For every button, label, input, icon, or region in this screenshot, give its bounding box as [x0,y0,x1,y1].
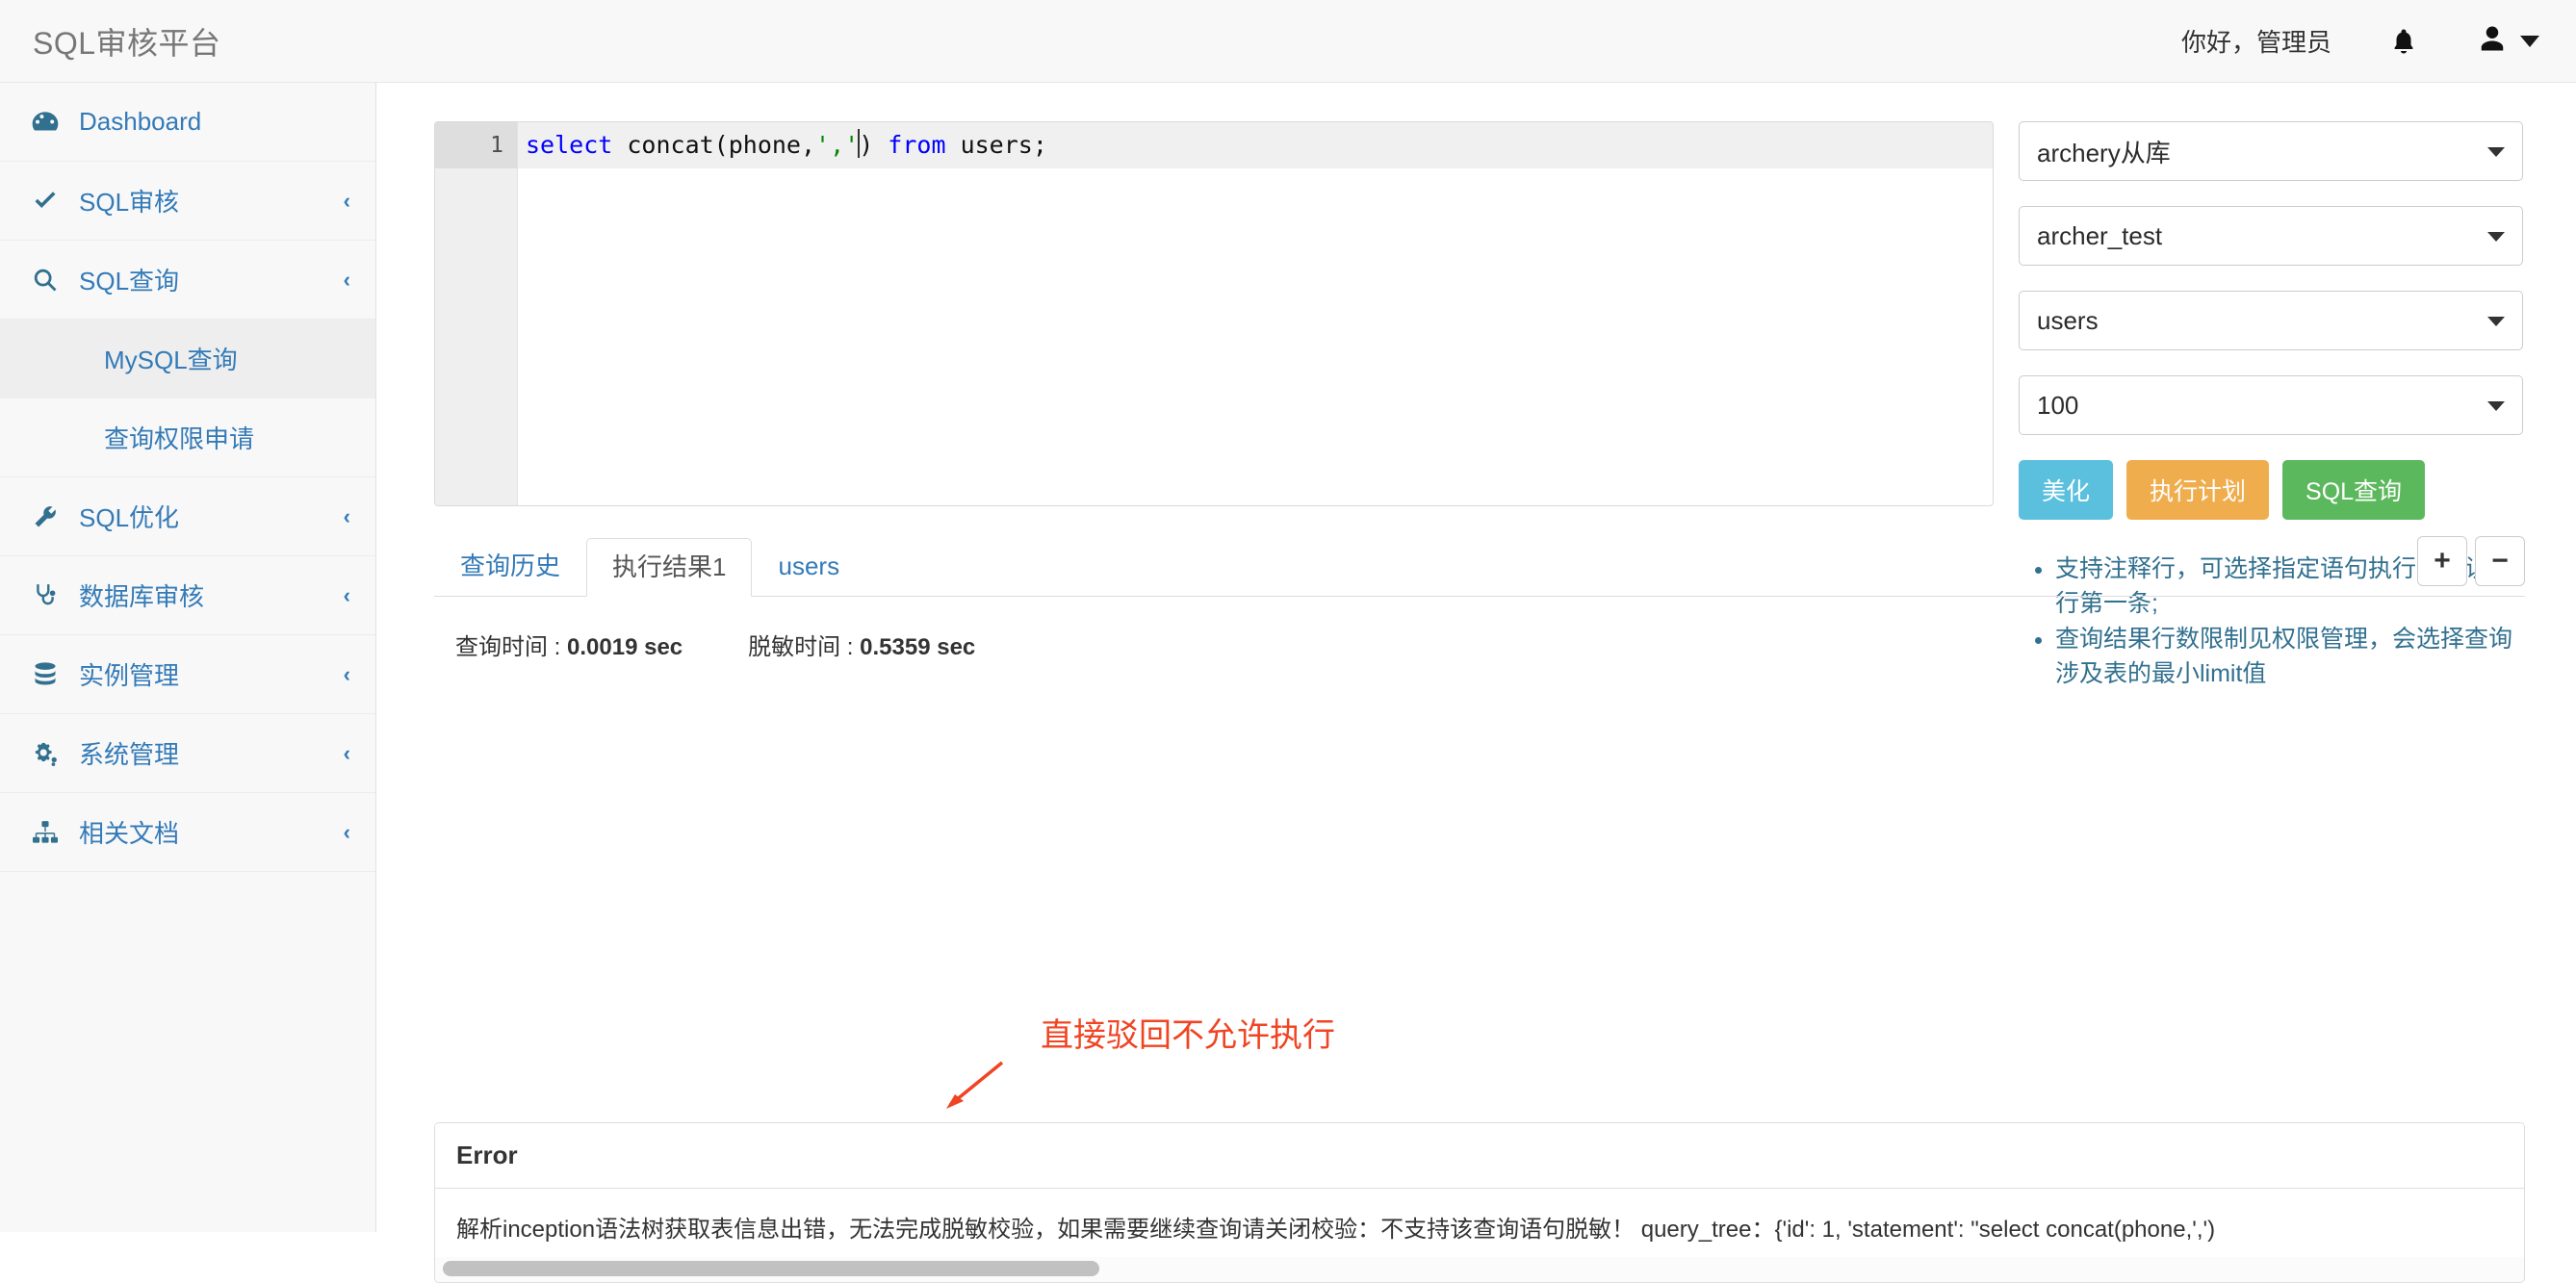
chevron-left-icon: ‹ [344,268,350,293]
query-time: 查询时间 : 0.0019 sec [455,628,683,661]
sidebar-item-label: SQL优化 [79,499,179,534]
editor-line-number: 1 [435,122,517,168]
chevron-left-icon: ‹ [344,189,350,214]
sidebar-item-label: 系统管理 [79,735,179,771]
table-select-value: users [2037,306,2099,336]
mask-time: 脱敏时间 : 0.5359 sec [748,628,975,661]
main-content: 1 select concat(phone,',') from users; a… [377,83,2576,1232]
user-icon [2478,24,2507,58]
search-icon [25,267,65,294]
gears-icon [25,740,65,767]
sql-paren-close: ) [859,131,888,159]
sql-keyword-select: select [526,131,612,159]
sidebar-item-related-docs[interactable]: 相关文档 ‹ [0,793,375,872]
mask-time-label: 脱敏时间 : [748,634,853,660]
timing-info: 查询时间 : 0.0019 sec 脱敏时间 : 0.5359 sec [434,628,2525,661]
tab-users[interactable]: users [752,537,865,596]
chevron-down-icon [2520,36,2539,47]
sidebar-item-label: 相关文档 [79,814,179,850]
chevron-left-icon: ‹ [344,504,350,529]
chevron-down-icon [2487,232,2505,242]
sql-expression: concat(phone, [612,131,815,159]
sql-table-name: users; [946,131,1047,159]
stethoscope-icon [25,581,65,610]
error-panel-message: 解析inception语法树获取表信息出错，无法完成脱敏校验，如果需要继续查询请… [435,1189,2524,1257]
database-select[interactable]: archer_test [2019,206,2523,266]
app-header: SQL审核平台 你好，管理员 [0,0,2576,83]
results-section: 查询历史 执行结果1 users + − 查询时间 : 0.0019 sec 脱… [434,533,2525,661]
database-select-value: archer_test [2037,221,2162,251]
results-tabs: 查询历史 执行结果1 users + − [434,533,2525,597]
user-menu-button[interactable] [2478,24,2539,58]
sidebar-item-query-permission-apply[interactable]: 查询权限申请 [0,398,375,477]
instance-select-value: archery从库 [2037,134,2171,169]
run-query-button[interactable]: SQL查询 [2282,460,2425,520]
sql-string-literal: ',' [815,131,859,159]
sidebar-item-sql-audit[interactable]: SQL审核 ‹ [0,162,375,241]
tab-execution-result-1[interactable]: 执行结果1 [586,538,752,597]
limit-select-value: 100 [2037,391,2078,421]
sidebar-subitem-label: MySQL查询 [104,341,238,376]
scrollbar-thumb[interactable] [443,1261,1099,1276]
chevron-down-icon [2487,401,2505,411]
wrench-icon [25,503,65,530]
sidebar-item-sql-query[interactable]: SQL查询 ‹ [0,241,375,320]
error-panel-title: Error [435,1123,2524,1189]
header-right-group: 你好，管理员 [2181,23,2539,59]
error-panel-scrollbar[interactable] [435,1257,2524,1282]
sql-editor[interactable]: 1 select concat(phone,',') from users; [434,121,1994,506]
check-icon [25,189,65,214]
editor-code-area[interactable]: select concat(phone,',') from users; [518,122,1993,505]
sidebar-item-mysql-query[interactable]: MySQL查询 [0,320,375,398]
query-time-value: 0.0019 sec [567,634,683,660]
sidebar-item-label: 实例管理 [79,656,179,692]
query-time-label: 查询时间 : [455,634,560,660]
table-select[interactable]: users [2019,291,2523,350]
add-tab-button[interactable]: + [2417,536,2467,586]
app-brand-title: SQL审核平台 [33,19,221,64]
sidebar-item-instance-management[interactable]: 实例管理 ‹ [0,635,375,714]
chevron-left-icon: ‹ [344,741,350,766]
tab-actions: + − [2417,536,2525,586]
tab-query-history[interactable]: 查询历史 [434,537,586,596]
annotation-text: 直接驳回不允许执行 [1041,1009,1335,1056]
chevron-down-icon [2487,317,2505,326]
remove-tab-button[interactable]: − [2475,536,2525,586]
greeting-text: 你好，管理员 [2181,23,2331,59]
sidebar-item-label: Dashboard [79,107,201,137]
chevron-left-icon: ‹ [344,583,350,608]
annotation-arrow-icon [939,1059,1006,1112]
database-icon [25,661,65,688]
sitemap-icon [25,820,65,845]
sidebar-item-dashboard[interactable]: Dashboard [0,83,375,162]
chevron-left-icon: ‹ [344,820,350,845]
query-action-buttons: 美化 执行计划 SQL查询 [2019,460,2523,520]
bell-icon[interactable] [2389,26,2418,57]
mask-time-value: 0.5359 sec [860,634,975,660]
sidebar: Dashboard SQL审核 ‹ SQL查询 ‹ MySQL查询 查询权限申请… [0,83,376,1232]
instance-select[interactable]: archery从库 [2019,121,2523,181]
format-sql-button[interactable]: 美化 [2019,460,2113,520]
chevron-down-icon [2487,147,2505,157]
sidebar-subitem-label: 查询权限申请 [104,420,254,455]
sidebar-item-system-management[interactable]: 系统管理 ‹ [0,714,375,793]
sidebar-item-database-audit[interactable]: 数据库审核 ‹ [0,556,375,635]
explain-plan-button[interactable]: 执行计划 [2126,460,2269,520]
chevron-left-icon: ‹ [344,662,350,687]
dashboard-icon [25,109,65,136]
limit-select[interactable]: 100 [2019,375,2523,435]
error-panel: Error 解析inception语法树获取表信息出错，无法完成脱敏校验，如果需… [434,1122,2525,1283]
editor-gutter: 1 [435,122,518,505]
sidebar-item-label: 数据库审核 [79,577,204,613]
sidebar-item-sql-optimize[interactable]: SQL优化 ‹ [0,477,375,556]
sql-keyword-from: from [888,131,945,159]
sidebar-item-label: SQL查询 [79,262,179,297]
sidebar-item-label: SQL审核 [79,183,179,218]
editor-code-line[interactable]: select concat(phone,',') from users; [518,122,1993,168]
